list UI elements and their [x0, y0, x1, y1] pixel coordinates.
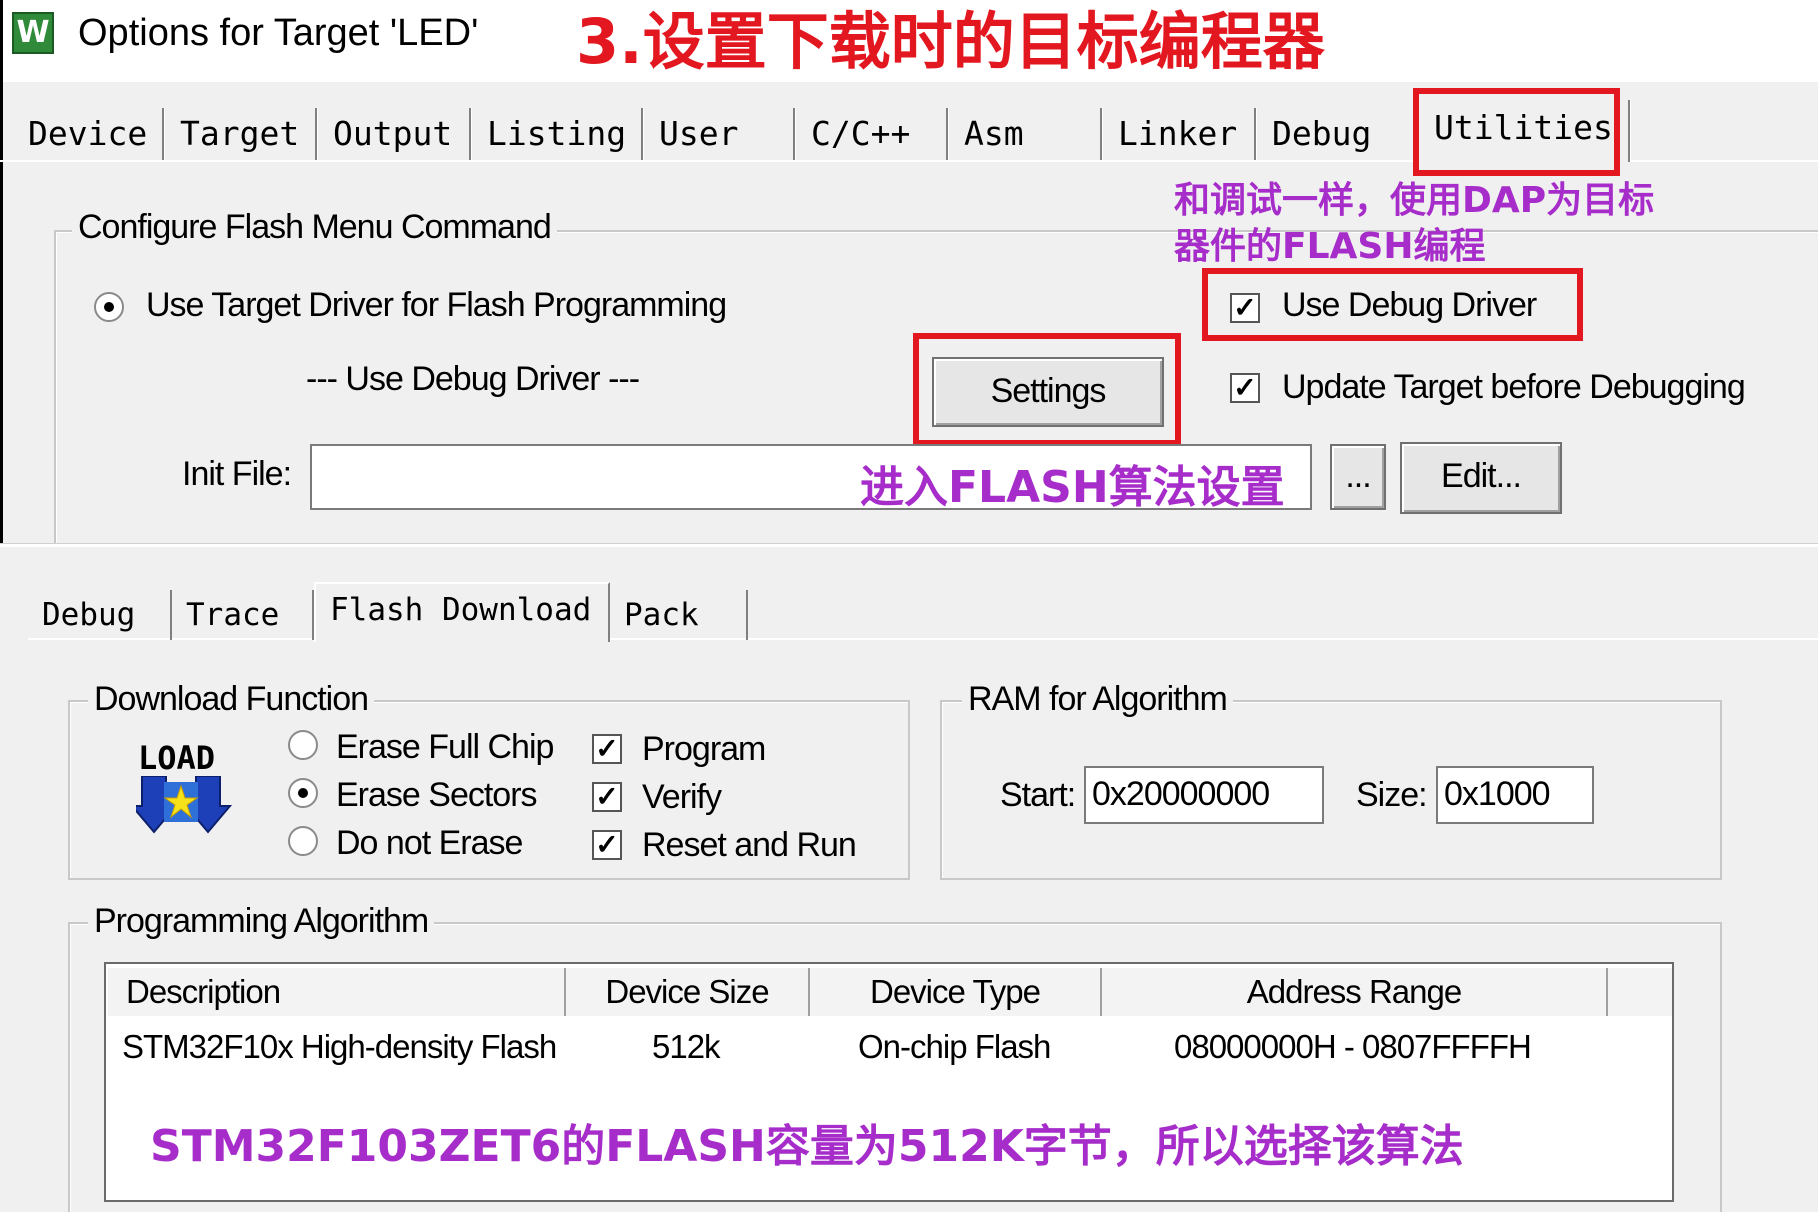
flash-command-legend: Configure Flash Menu Command: [72, 208, 557, 247]
reset-and-run-label: Reset and Run: [642, 826, 857, 864]
row-description: STM32F10x High-density Flash: [122, 1028, 557, 1065]
utilities-highlight: [1413, 88, 1620, 176]
program-checkbox[interactable]: ✓: [592, 734, 622, 764]
download-function-legend: Download Function: [88, 680, 375, 719]
column-description[interactable]: Description: [108, 968, 566, 1016]
ram-size-label: Size:: [1356, 776, 1428, 814]
update-target-label: Update Target before Debugging: [1282, 368, 1746, 406]
erase-full-chip-radio[interactable]: [288, 730, 318, 760]
tab-debug-bottom[interactable]: Debug: [28, 590, 172, 640]
use-target-driver-label: Use Target Driver for Flash Programming: [146, 286, 727, 324]
tab-user[interactable]: User: [643, 108, 795, 160]
update-target-checkbox[interactable]: ✓: [1230, 373, 1260, 403]
title-bar: W Options for Target 'LED' 3.设置下载时的目标编程器: [0, 0, 1818, 82]
tab-cpp[interactable]: C/C++: [795, 108, 948, 160]
tab-flash-download[interactable]: Flash Download: [314, 582, 610, 642]
column-filler: [1608, 968, 1672, 1016]
column-device-type[interactable]: Device Type: [810, 968, 1102, 1016]
settings-note: 进入FLASH算法设置: [860, 462, 1285, 513]
tab-linker[interactable]: Linker: [1102, 108, 1256, 160]
window-title: Options for Target 'LED': [78, 12, 479, 54]
column-address-range[interactable]: Address Range: [1102, 968, 1608, 1016]
ram-start-input[interactable]: 0x20000000: [1084, 766, 1324, 824]
do-not-erase-radio[interactable]: [288, 826, 318, 856]
debug-driver-note: 和调试一样，使用DAP为目标 器件的FLASH编程: [1174, 178, 1654, 270]
heading-annotation: 3.设置下载时的目标编程器: [576, 5, 1325, 78]
tab-pack[interactable]: Pack: [610, 590, 748, 640]
program-label: Program: [642, 730, 766, 768]
load-icon-text: LOAD: [138, 739, 216, 777]
debug-note-line-2: 器件的FLASH编程: [1174, 226, 1486, 267]
erase-full-chip-label: Erase Full Chip: [336, 728, 554, 766]
programming-algorithm-legend: Programming Algorithm: [88, 902, 435, 941]
erase-sectors-label: Erase Sectors: [336, 776, 538, 814]
ram-legend: RAM for Algorithm: [962, 680, 1233, 719]
use-target-driver-radio[interactable]: [94, 292, 124, 322]
tab-target[interactable]: Target: [164, 108, 317, 160]
window-left-border: [0, 0, 3, 545]
tab-output[interactable]: Output: [317, 108, 471, 160]
verify-checkbox[interactable]: ✓: [592, 782, 622, 812]
debug-note-line-1: 和调试一样，使用DAP为目标: [1174, 180, 1655, 221]
init-file-label: Init File:: [182, 455, 292, 493]
ram-start-label: Start:: [1000, 776, 1076, 814]
keil-uvision-icon: W: [12, 12, 54, 54]
algorithm-note: STM32F103ZET6的FLASH容量为512K字节，所以选择该算法: [150, 1121, 1464, 1172]
ram-size-input[interactable]: 0x1000: [1436, 766, 1594, 824]
top-dialog: W Options for Target 'LED' 3.设置下载时的目标编程器…: [0, 0, 1818, 550]
tab-trace[interactable]: Trace: [172, 590, 314, 640]
tab-asm[interactable]: Asm: [948, 108, 1102, 160]
init-file-browse-button[interactable]: ...: [1330, 444, 1386, 510]
row-size: 512k: [652, 1028, 721, 1065]
row-type: On-chip Flash: [858, 1028, 1051, 1065]
erase-sectors-radio[interactable]: [288, 778, 318, 808]
edit-button[interactable]: Edit...: [1400, 442, 1562, 514]
driver-name-label: --- Use Debug Driver ---: [306, 360, 640, 398]
tab-listing[interactable]: Listing: [471, 108, 643, 160]
debug-driver-highlight: [1202, 268, 1583, 341]
row-range: 08000000H - 0807FFFFH: [1174, 1028, 1532, 1065]
load-icon: LOAD: [136, 740, 232, 840]
verify-label: Verify: [642, 778, 722, 816]
tab-debug[interactable]: Debug: [1256, 108, 1416, 160]
reset-and-run-checkbox[interactable]: ✓: [592, 830, 622, 860]
column-device-size[interactable]: Device Size: [566, 968, 810, 1016]
settings-highlight: [913, 333, 1181, 446]
tab-device[interactable]: Device: [12, 108, 164, 160]
do-not-erase-label: Do not Erase: [336, 824, 523, 862]
